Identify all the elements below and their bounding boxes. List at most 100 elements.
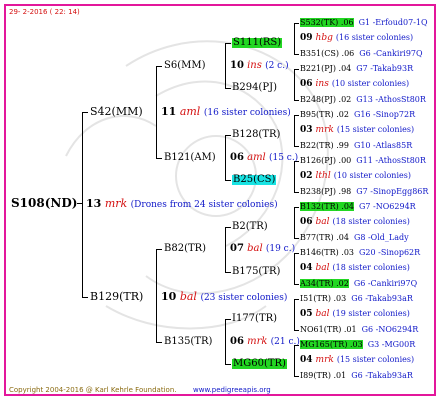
gen4-drone-row: 04 mrk (15 sister colonies) — [300, 356, 414, 365]
gen4-queen-row: I51(TR) .03 G6 -Takab93aR — [300, 295, 413, 303]
drone-number: 10 — [230, 60, 244, 71]
gen4-origin: G8 -Old_Lady — [353, 233, 409, 242]
connector — [294, 330, 299, 331]
gen4-queen-id[interactable]: B146(TR) .03 — [300, 248, 354, 257]
gen4-origin: G6 -Cankiri97Q — [353, 279, 418, 288]
queen-b82[interactable]: B82(TR) — [164, 244, 206, 254]
footer-link[interactable]: www.pedigreeapis.org — [193, 387, 271, 394]
drone-race: bal — [315, 217, 330, 227]
drone-note: (2 c.) — [265, 61, 289, 71]
gen4-origin: G10 -Atlas85R — [353, 141, 413, 150]
connector — [294, 376, 299, 377]
connector — [225, 135, 226, 181]
connector — [294, 207, 299, 208]
drone-number: 04 — [300, 263, 313, 273]
gen4-origin: G13 -AthosSt80R — [356, 95, 426, 104]
gen4-queen-id[interactable]: NO61(TR) .01 — [300, 325, 357, 334]
drone-race: lthl — [315, 171, 331, 181]
drone-note: (15 c.) — [268, 153, 299, 163]
drone-row-b129: 10 bal (23 sister colonies) — [161, 291, 287, 303]
gen4-queen-id[interactable]: B238(PJ) .98 — [300, 187, 351, 196]
connector — [225, 319, 231, 320]
gen1-note: (Drones from 24 sister colonies) — [130, 200, 278, 210]
connector — [225, 88, 231, 89]
connector — [225, 227, 231, 228]
drone-row-b121: 06 aml (15 c.) — [230, 153, 298, 163]
gen4-drone-row: 03 mrk (15 sister colonies) — [300, 126, 414, 135]
drone-row-b82: 07 bal (19 c.) — [230, 244, 295, 254]
gen4-queen-id[interactable]: MG165(TR) .03 — [300, 340, 363, 349]
drone-race: ins — [247, 60, 262, 71]
drone-note: (15 sister colonies) — [336, 125, 415, 134]
connector — [225, 180, 231, 181]
gen4-queen-id[interactable]: B132(TR) .04 — [300, 202, 355, 211]
gen4-queen-row: B221(PJ) .04 G7 -Takab93R — [300, 65, 413, 73]
queen-mg60[interactable]: MG60(TR) — [232, 359, 287, 369]
queen-b294[interactable]: B294(PJ) — [232, 83, 277, 93]
connector — [294, 54, 299, 55]
queen-b129[interactable]: B129(TR) — [90, 291, 143, 302]
drone-race: mrk — [315, 125, 334, 135]
queen-b128[interactable]: B128(TR) — [232, 130, 280, 140]
drone-number: 09 — [300, 33, 313, 43]
connector — [225, 319, 226, 365]
drone-race: aml — [247, 152, 266, 163]
connector — [294, 284, 299, 285]
connector — [294, 238, 299, 239]
drone-note: (19 c.) — [265, 244, 296, 254]
connector — [294, 100, 299, 101]
drone-number: 06 — [300, 79, 313, 89]
connector — [294, 23, 295, 54]
gen1-race: mrk — [104, 197, 128, 210]
connector — [82, 297, 88, 298]
drone-number: 02 — [300, 171, 313, 181]
gen4-queen-id[interactable]: S532(TK) .06 — [300, 18, 354, 27]
connector — [156, 249, 162, 250]
drone-number: 05 — [300, 309, 313, 319]
connector — [294, 299, 295, 330]
gen4-queen-id[interactable]: B248(PJ) .02 — [300, 95, 351, 104]
gen4-queen-id[interactable]: B77(TR) .04 — [300, 233, 349, 242]
gen4-queen-id[interactable]: B95(TR) .02 — [300, 110, 349, 119]
gen4-queen-id[interactable]: B351(CS) .06 — [300, 49, 354, 58]
gen4-drone-row: 04 bal (18 sister colonies) — [300, 264, 410, 273]
gen4-queen-id[interactable]: A34(TR) .02 — [300, 279, 349, 288]
gen4-queen-id[interactable]: B22(TR) .99 — [300, 141, 349, 150]
drone-number: 11 — [161, 105, 177, 118]
gen4-origin: G6 -Takab93aR — [351, 294, 413, 303]
drone-race: hbg — [315, 33, 333, 43]
queen-i177[interactable]: I177(TR) — [232, 314, 277, 324]
connector — [294, 69, 295, 100]
connector — [294, 207, 295, 238]
gen4-queen-row: B126(PJ) .00 G11 -AthosSt80R — [300, 157, 426, 165]
gen4-queen-id[interactable]: I89(TR) .01 — [300, 371, 346, 380]
queen-b175[interactable]: B175(TR) — [232, 267, 280, 277]
drone-number: 04 — [300, 355, 313, 365]
queen-b25[interactable]: B25(CS) — [232, 175, 277, 185]
queen-s6[interactable]: S6(MM) — [164, 61, 206, 71]
gen4-drone-row: 02 lthl (10 sister colonies) — [300, 172, 411, 181]
connector — [156, 342, 162, 343]
queen-b135[interactable]: B135(TR) — [164, 337, 212, 347]
queen-s111[interactable]: S111(RS) — [232, 38, 283, 48]
gen4-queen-row: MG165(TR) .03 G3 -MG00R — [300, 340, 416, 349]
drone-number: 06 — [230, 336, 244, 347]
drone-note: (19 sister colonies) — [332, 309, 410, 318]
gen4-queen-row: B146(TR) .03 G20 -Sinop62R — [300, 249, 420, 257]
gen4-origin: G3 -MG00R — [367, 340, 416, 349]
root-queen[interactable]: S108(ND) — [11, 197, 78, 209]
gen4-drone-row: 09 hbg (16 sister colonies) — [300, 34, 413, 43]
gen4-queen-row: B22(TR) .99 G10 -Atlas85R — [300, 142, 412, 150]
gen4-origin: G11 -AthosSt80R — [356, 156, 426, 165]
queen-b121[interactable]: B121(AM) — [164, 153, 216, 163]
gen4-queen-row: B77(TR) .04 G8 -Old_Lady — [300, 234, 409, 242]
connector — [294, 23, 299, 24]
queen-b2[interactable]: B2(TR) — [232, 222, 268, 232]
gen4-queen-id[interactable]: B126(PJ) .00 — [300, 156, 351, 165]
drone-race: bal — [315, 263, 330, 273]
gen4-queen-id[interactable]: B221(PJ) .04 — [300, 64, 351, 73]
connector — [156, 66, 162, 67]
queen-s42[interactable]: S42(MM) — [90, 106, 143, 117]
gen4-queen-id[interactable]: I51(TR) .03 — [300, 294, 346, 303]
gen4-origin: G16 -Sinop72R — [353, 110, 416, 119]
